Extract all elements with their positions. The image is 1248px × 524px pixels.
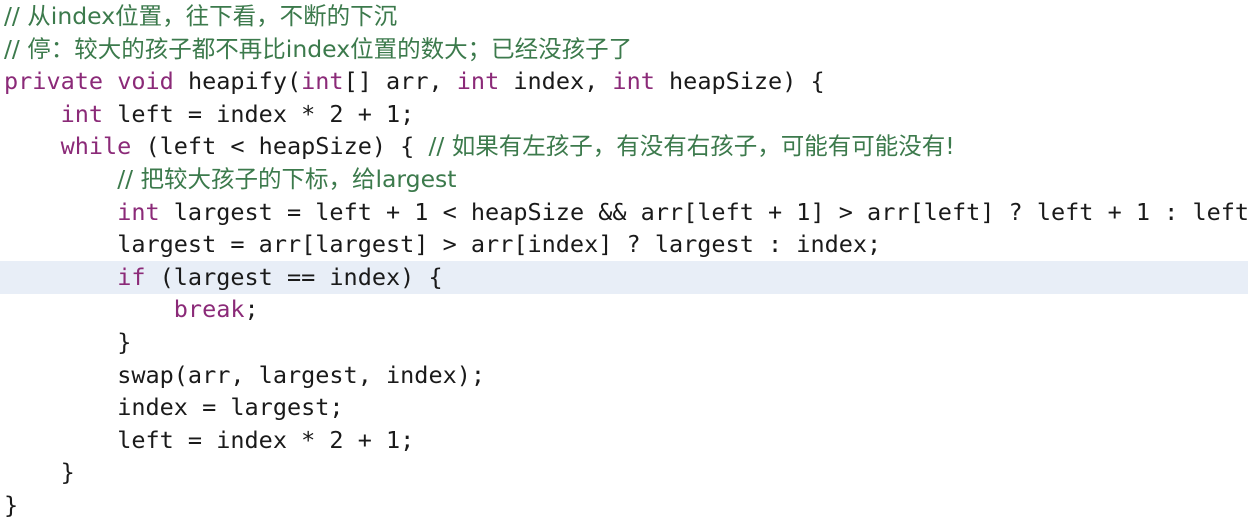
code-comment: // 如果有左孩子，有没有右孩子，可能有可能没有!: [428, 132, 955, 161]
code-comment: // 停：较大的孩子都不再比index位置的数大；已经没孩子了: [4, 34, 633, 63]
code-line-current[interactable]: if (largest == index) {: [0, 260, 1248, 294]
code-keyword: private: [4, 67, 104, 96]
code-comment: // 从index位置，往下看，不断的下沉: [4, 2, 398, 30]
code-line[interactable]: while (left < heapSize) { // 如果有左孩子，有没有右…: [0, 130, 1248, 163]
code-text: (largest == index) {: [145, 262, 443, 291]
code-editor[interactable]: // 从index位置，往下看，不断的下沉 // 停：较大的孩子都不再比index…: [0, 0, 1248, 524]
code-comment: // 把较大孩子的下标，给largest: [117, 165, 457, 193]
code-line[interactable]: swap(arr, largest, index);: [0, 359, 1248, 392]
code-text: swap(arr, largest, index);: [117, 360, 486, 389]
code-text: }: [60, 458, 75, 487]
code-text: heapSize) {: [654, 67, 825, 96]
code-text: index,: [499, 67, 613, 96]
code-text: left = index * 2 + 1;: [117, 425, 415, 454]
code-text: index = largest;: [117, 393, 344, 422]
code-text: [] arr,: [343, 67, 457, 96]
code-text: largest = arr[largest] > arr[index] ? la…: [117, 230, 882, 259]
code-line[interactable]: // 把较大孩子的下标，给largest: [0, 163, 1248, 196]
code-keyword: while: [60, 132, 132, 161]
code-text: largest = left + 1 < heapSize && arr[lef…: [159, 197, 1248, 226]
code-text: }: [4, 491, 19, 519]
code-line[interactable]: private void heapify(int[] arr, int inde…: [0, 65, 1248, 98]
code-line[interactable]: left = index * 2 + 1;: [0, 424, 1248, 457]
code-line[interactable]: }: [0, 326, 1248, 359]
code-keyword: int: [456, 67, 500, 96]
code-line[interactable]: index = largest;: [0, 391, 1248, 424]
code-line[interactable]: }: [0, 456, 1248, 489]
code-keyword: int: [612, 67, 655, 96]
code-line[interactable]: }: [0, 489, 1248, 522]
code-line[interactable]: // 从index位置，往下看，不断的下沉: [0, 0, 1248, 33]
code-text: heapify(: [173, 67, 302, 96]
code-text: (left < heapSize) {: [131, 132, 429, 161]
code-keyword: break: [173, 295, 245, 324]
code-line[interactable]: // 停：较大的孩子都不再比index位置的数大；已经没孩子了: [0, 33, 1248, 66]
code-text: left = index * 2 + 1;: [103, 99, 415, 128]
code-keyword: int: [60, 99, 104, 128]
code-keyword: int: [301, 67, 344, 96]
code-text: ;: [244, 295, 259, 324]
code-line[interactable]: int largest = left + 1 < heapSize && arr…: [0, 196, 1248, 229]
code-line[interactable]: break;: [0, 293, 1248, 326]
code-line[interactable]: int left = index * 2 + 1;: [0, 98, 1248, 131]
code-keyword: int: [117, 197, 160, 226]
code-keyword: if: [117, 262, 146, 291]
code-line[interactable]: largest = arr[largest] > arr[index] ? la…: [0, 228, 1248, 261]
code-keyword: void: [117, 67, 174, 96]
code-text: }: [117, 328, 132, 356]
